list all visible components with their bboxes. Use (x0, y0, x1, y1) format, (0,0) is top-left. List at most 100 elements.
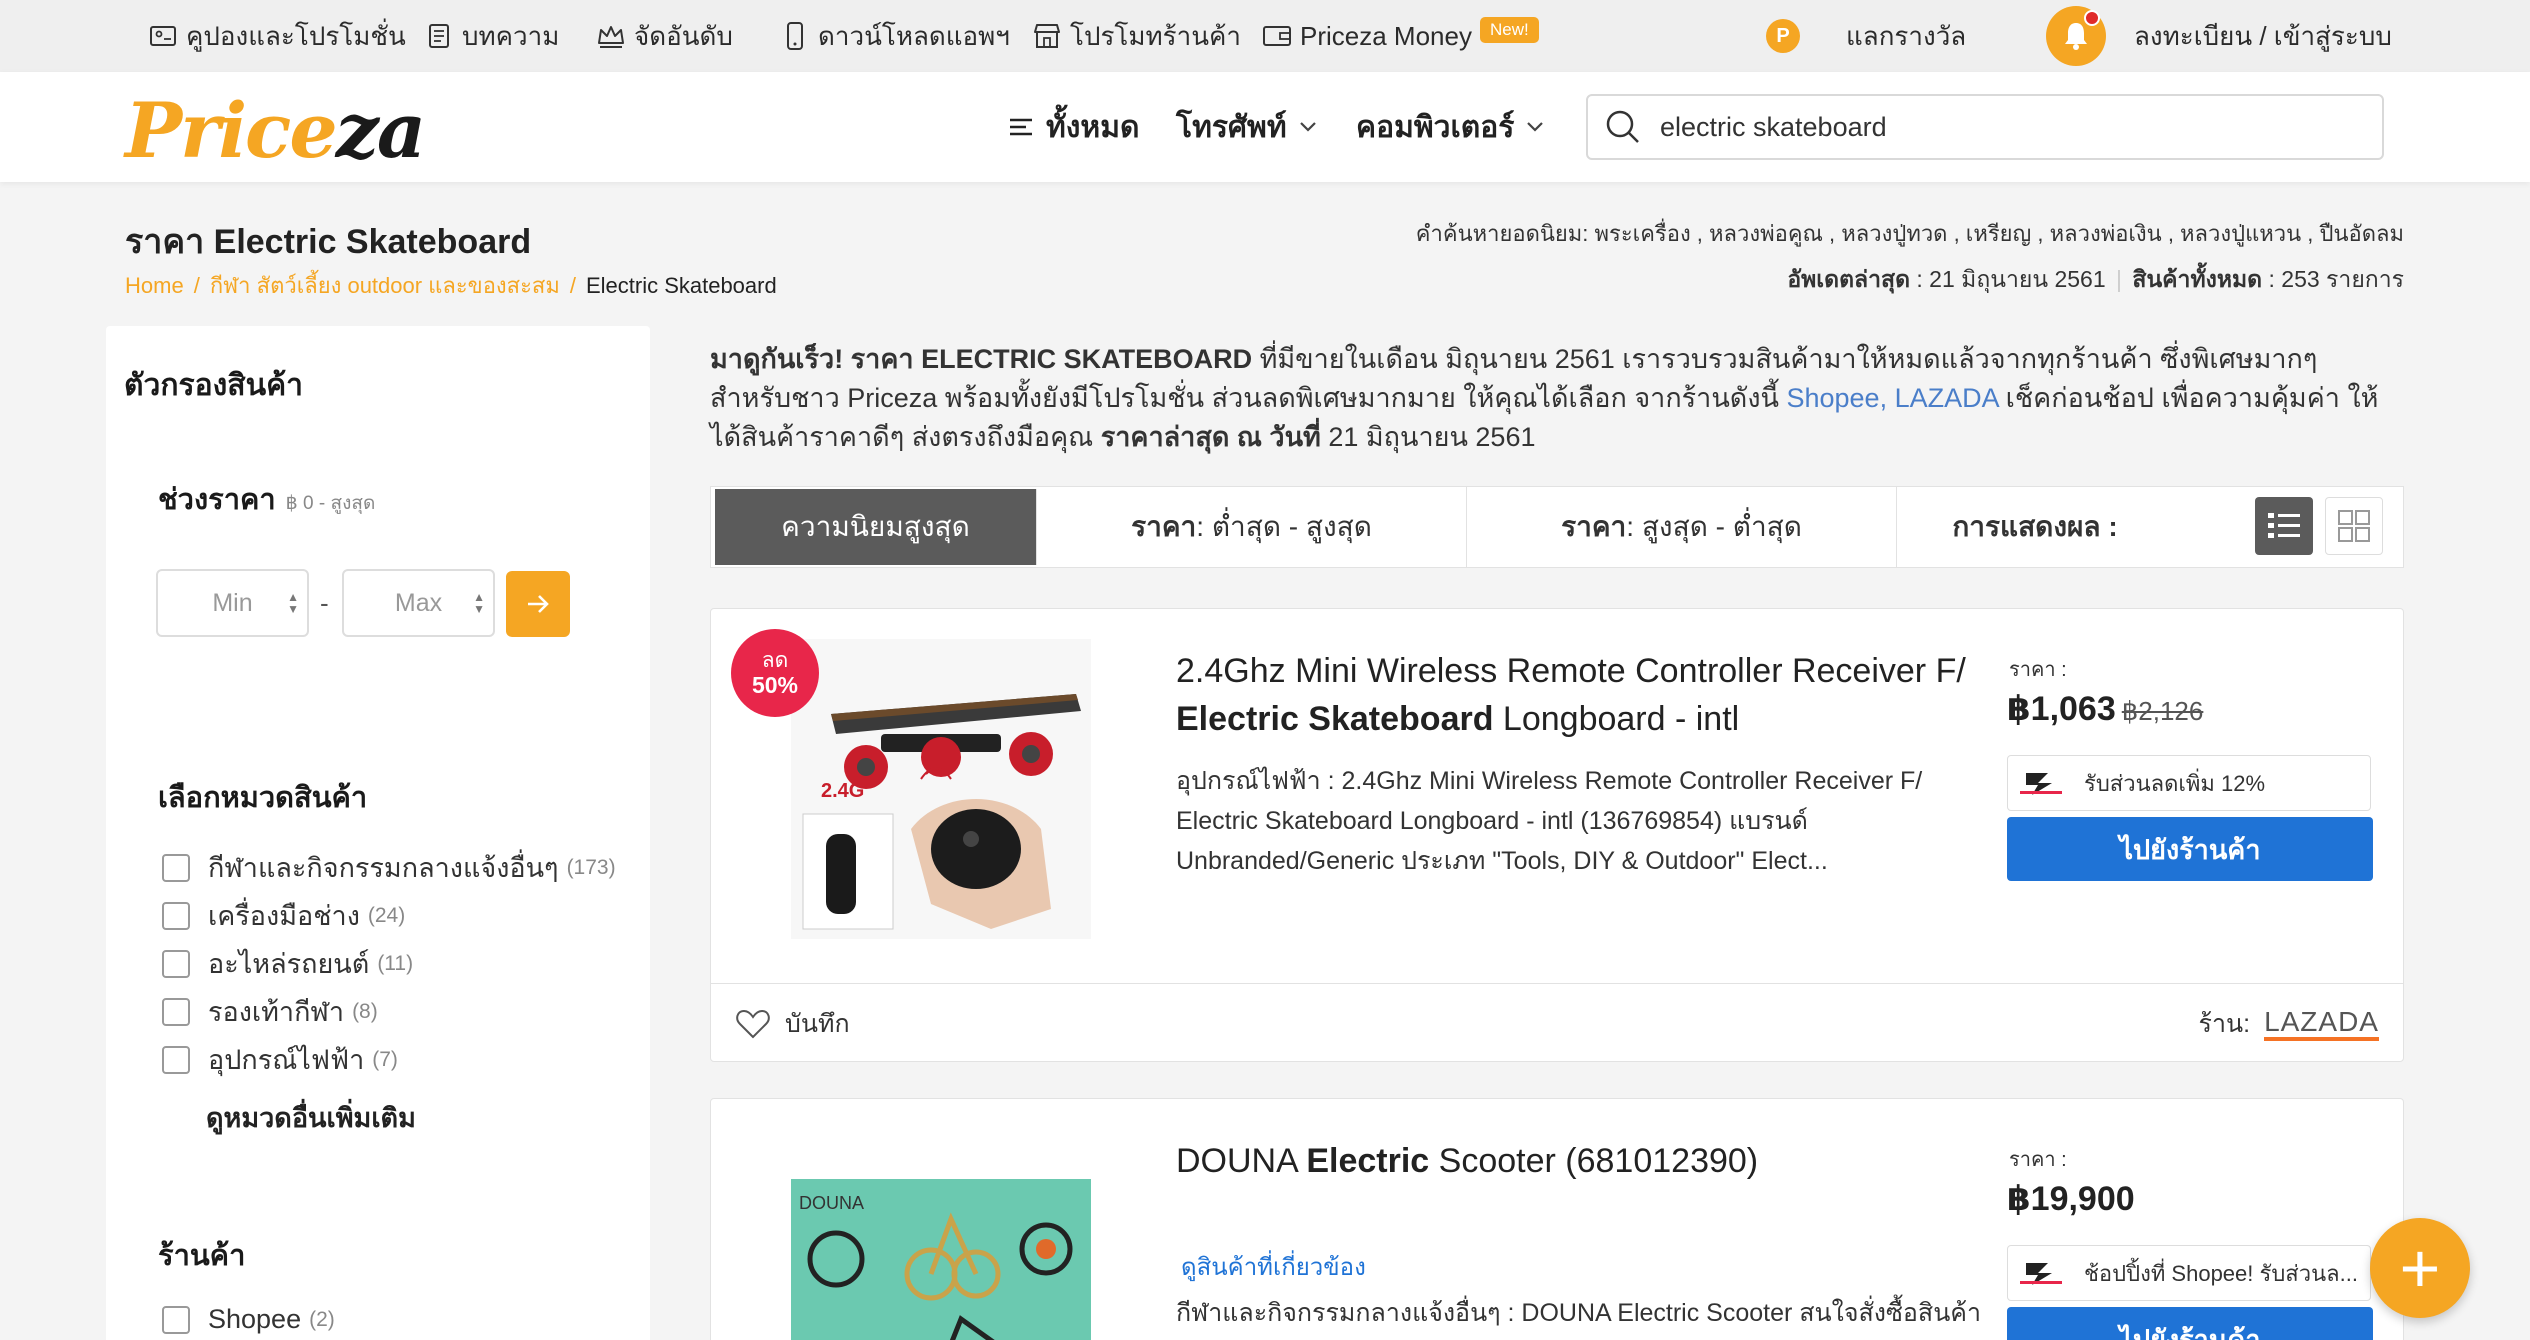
category-filter-item[interactable]: อุปกรณ์ไฟฟ้า (7) (162, 1038, 398, 1081)
range-dash: - (320, 588, 329, 618)
sort-price-label: ราคา (1561, 511, 1627, 542)
category-filter-item[interactable]: กีฬาและกิจกรรมกลางแจ้งอื่นๆ (173) (162, 846, 616, 889)
apply-price-button[interactable] (506, 571, 570, 637)
checkbox[interactable] (162, 901, 190, 930)
crown-icon (596, 21, 626, 51)
product-card[interactable]: 2.4G ลด 50% 2.4Ghz Mini Wireless Remote … (710, 608, 2404, 1062)
category-count: (24) (367, 903, 406, 927)
nav-computer[interactable]: คอมพิวเตอร์ (1356, 72, 1544, 182)
grid-view-button[interactable] (2325, 497, 2383, 555)
shop-filter-item[interactable]: Shopee (2) (162, 1304, 335, 1335)
nav-phone[interactable]: โทรศัพท์ (1176, 72, 1317, 182)
coupons-link[interactable]: คูปองและโปรโมชั่น (148, 0, 406, 72)
max-price-input[interactable]: Max ▲ ▼ (342, 569, 495, 637)
checkbox[interactable] (162, 1305, 190, 1334)
stepper-arrows-icon[interactable]: ▲ ▼ (287, 591, 299, 615)
priceza-money-link[interactable]: Priceza Money New! (1262, 0, 1539, 72)
discount-value: 50% (751, 672, 799, 698)
arrow-right-icon (528, 595, 549, 613)
logo-text-za: za (335, 86, 426, 175)
product-title-text: 2.4Ghz Mini Wireless Remote Controller R… (1176, 652, 1966, 690)
grid-view-icon (2338, 510, 2370, 542)
update-summary: อัพเดตล่าสุด : 21 มิถุนายน 2561 | สินค้า… (1787, 266, 2404, 292)
go-to-store-button[interactable]: ไปยังร้านค้า (2007, 1307, 2373, 1340)
shop-count: (2) (309, 1307, 335, 1331)
sort-price-low-high-tab[interactable]: ราคา : ต่ำสุด - สูงสุด (1037, 487, 1467, 567)
priceza-money-label: Priceza Money (1300, 20, 1472, 51)
sort-price-high-low-tab[interactable]: ราคา : สูงสุด - ต่ำสุด (1467, 487, 1897, 567)
more-categories-link[interactable]: ดูหมวดอื่นเพิ่มเติม (206, 1096, 416, 1139)
total-value: : 253 รายการ (2268, 266, 2404, 292)
go-to-store-button[interactable]: ไปยังร้านค้า (2007, 817, 2373, 881)
related-products-link[interactable]: ดูสินค้าที่เกี่ยวข้อง (1181, 1247, 1366, 1286)
category-filter-item[interactable]: อะไหล่รถยนต์ (11) (162, 942, 413, 985)
list-view-icon (2268, 513, 2300, 538)
product-title-text: DOUNA (1176, 1142, 1307, 1180)
breadcrumb-current: Electric Skateboard (585, 273, 777, 298)
intro-lead: มาดูกันเร็ว! ราคา ELECTRIC SKATEBOARD (710, 344, 1253, 374)
priceza-coin-icon: P (1766, 19, 1800, 53)
notification-bell-button[interactable] (2046, 0, 2106, 72)
lazada-logo[interactable]: LAZADA (2264, 1007, 2379, 1041)
download-app-link[interactable]: ดาวน์โหลดแอพฯ (780, 0, 1010, 72)
search-input[interactable] (1660, 111, 2360, 143)
breadcrumb: Home / กีฬา สัตว์เลี้ยง outdoor และของสะสม… (125, 268, 777, 303)
save-label: บันทึก (785, 1010, 850, 1038)
price-label: ราคา : (2009, 1149, 2067, 1171)
shop-brand-logo-icon (2018, 767, 2064, 799)
category-filter-item[interactable]: เครื่องมือช่าง (24) (162, 894, 405, 937)
intro-shops: Shopee, LAZADA (1786, 383, 1999, 413)
checkbox[interactable] (162, 997, 190, 1026)
shopee-promo[interactable]: ช้อปปิ้งที่ Shopee! รับส่วนล... (2007, 1245, 2371, 1301)
category-filter-item[interactable]: รองเท้ากีฬา (8) (162, 990, 378, 1033)
product-title-text: Scooter (681012390) (1429, 1142, 1759, 1180)
checkbox[interactable] (162, 949, 190, 978)
store-info: ร้าน: LAZADA (2199, 1004, 2379, 1044)
list-view-button[interactable] (2255, 497, 2313, 555)
shop-promo-label: โปรโมทร้านค้า (1070, 20, 1242, 51)
sort-popular-tab[interactable]: ความนิยมสูงสุด (715, 489, 1037, 565)
current-price: ฿19,900 (2007, 1180, 2135, 1218)
top-utility-bar: คูปองและโปรโมชั่น บทความ จัดอันดับ ดาวน์… (0, 0, 2530, 72)
shop-promo-link[interactable]: โปรโมทร้านค้า (1032, 0, 1241, 72)
min-price-input[interactable]: Min ▲ ▼ (156, 569, 309, 637)
skateboard-remote-image: 2.4G (791, 639, 1091, 939)
rewards-link[interactable]: P แลกรางวัล (1766, 0, 1966, 72)
wallet-icon (1262, 21, 1292, 51)
chevron-down-icon (1526, 121, 1544, 133)
category-label: อะไหล่รถยนต์ (208, 949, 370, 979)
latest-price-label: ราคาล่าสุด ณ วันที่ (1100, 422, 1321, 452)
shop-label: Shopee (208, 1304, 302, 1334)
nav-all-categories[interactable]: ทั้งหมด (1008, 72, 1139, 182)
login-register-link[interactable]: ลงทะเบียน / เข้าสู่ระบบ (2134, 0, 2392, 72)
extra-discount-promo[interactable]: รับส่วนลดเพิ่ม 12% (2007, 755, 2371, 811)
storefront-icon (1032, 21, 1062, 51)
product-title[interactable]: DOUNA Electric Scooter (681012390) (1176, 1137, 1996, 1185)
download-app-label: ดาวน์โหลดแอพฯ (818, 20, 1010, 51)
floating-add-button[interactable]: + (2370, 1218, 2470, 1318)
category-label: กีฬาและกิจกรรมกลางแจ้งอื่นๆ (208, 853, 559, 883)
checkbox[interactable] (162, 1045, 190, 1074)
articles-label: บทความ (462, 20, 560, 51)
articles-link[interactable]: บทความ (424, 0, 559, 72)
login-register-label: ลงทะเบียน / เข้าสู่ระบบ (2134, 20, 2392, 51)
product-title-keyword: Electric Skateboard (1176, 700, 1494, 738)
image-label-2-4g: 2.4G (821, 780, 864, 802)
save-button[interactable]: บันทึก (735, 1004, 850, 1044)
product-card[interactable]: DOUNA DOUNA Electric Scooter (681012390)… (710, 1098, 2404, 1340)
original-price: ฿2,126 (2121, 696, 2204, 726)
shop-heading: ร้านค้า (158, 1240, 246, 1272)
product-image[interactable]: 2.4G (791, 639, 1091, 939)
priceza-logo[interactable]: Priceza (125, 86, 426, 175)
breadcrumb-home[interactable]: Home (125, 273, 184, 298)
updated-label: อัพเดตล่าสุด (1787, 266, 1911, 292)
stepper-arrows-icon[interactable]: ▲ ▼ (473, 591, 485, 615)
search-box[interactable] (1586, 94, 2384, 160)
product-image[interactable]: DOUNA (791, 1179, 1091, 1340)
ranking-link[interactable]: จัดอันดับ (596, 0, 733, 72)
breadcrumb-category[interactable]: กีฬา สัตว์เลี้ยง outdoor และของสะสม (210, 273, 560, 298)
popular-search-terms[interactable]: พระเครื่อง , หลวงพ่อคูณ , หลวงปู่ทวด , เ… (1595, 221, 2404, 246)
product-title[interactable]: 2.4Ghz Mini Wireless Remote Controller R… (1176, 647, 1996, 743)
main-header: Priceza ทั้งหมด โทรศัพท์ คอมพิวเตอร์ (0, 72, 2530, 182)
checkbox[interactable] (162, 853, 190, 882)
